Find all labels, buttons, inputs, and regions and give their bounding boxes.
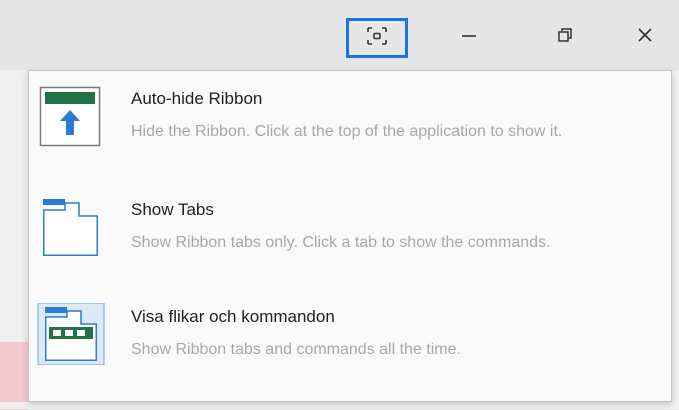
ribbon-display-options-button[interactable] [346, 18, 408, 58]
restore-icon [556, 26, 574, 49]
restore-button[interactable] [542, 16, 588, 58]
menu-item-auto-hide-ribbon[interactable]: Auto-hide Ribbon Hide the Ribbon. Click … [29, 71, 671, 175]
close-icon [636, 26, 654, 49]
ribbon-display-options-menu: Auto-hide Ribbon Hide the Ribbon. Click … [28, 70, 672, 402]
menu-item-description: Hide the Ribbon. Click at the top of the… [131, 123, 563, 140]
minimize-button[interactable] [446, 16, 492, 58]
background-cell-highlight [0, 342, 28, 410]
menu-item-title: Visa flikar och kommandon [131, 307, 335, 326]
minimize-icon [460, 26, 478, 49]
background-workspace-right [672, 70, 679, 409]
menu-item-title: Auto-hide Ribbon [131, 89, 263, 108]
close-button[interactable] [622, 16, 668, 58]
menu-item-show-tabs-and-commands[interactable]: Visa flikar och kommandon Show Ribbon ta… [29, 289, 671, 393]
ribbon-display-options-icon [365, 26, 389, 51]
window-title-bar [0, 0, 679, 70]
auto-hide-ribbon-icon [37, 85, 105, 147]
menu-item-title: Show Tabs [131, 200, 214, 219]
menu-item-show-tabs[interactable]: Show Tabs Show Ribbon tabs only. Click a… [29, 182, 671, 286]
background-workspace-bottom [0, 402, 679, 409]
background-workspace-left [0, 70, 28, 410]
menu-item-description: Show Ribbon tabs and commands all the ti… [131, 341, 461, 358]
show-tabs-icon [37, 196, 105, 258]
menu-item-description: Show Ribbon tabs only. Click a tab to sh… [131, 234, 551, 251]
show-tabs-and-commands-icon [37, 302, 105, 366]
